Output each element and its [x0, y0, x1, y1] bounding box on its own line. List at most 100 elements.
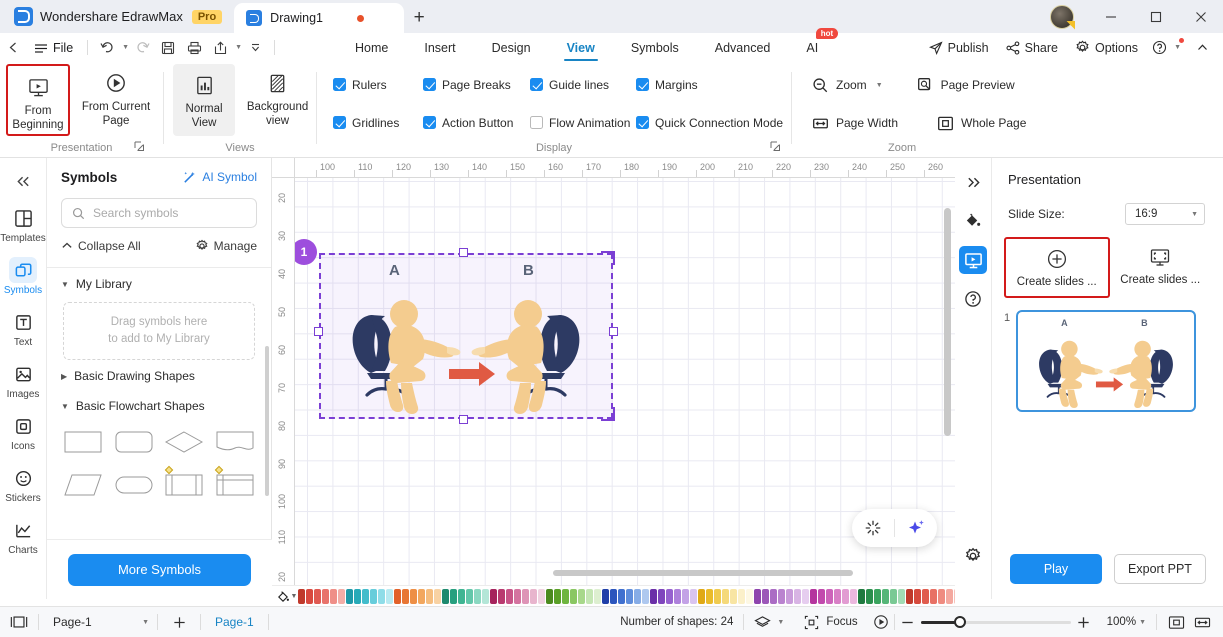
from-beginning-button[interactable]: From Beginning: [6, 64, 70, 136]
color-swatch[interactable]: [794, 589, 801, 604]
color-swatch[interactable]: [562, 589, 569, 604]
more-commands-icon[interactable]: [242, 35, 268, 61]
play-presentation-button[interactable]: [868, 609, 894, 635]
help-panel-button[interactable]: [959, 285, 987, 313]
color-swatch[interactable]: [578, 589, 585, 604]
selection-corner-br[interactable]: [601, 407, 615, 421]
color-swatch[interactable]: [882, 589, 889, 604]
palette-caret-icon[interactable]: ▼: [291, 593, 298, 600]
color-swatch[interactable]: [498, 589, 505, 604]
v-scroll-thumb[interactable]: [944, 208, 951, 436]
canvas-horizontal-scrollbar[interactable]: [318, 569, 955, 577]
color-swatch[interactable]: [594, 589, 601, 604]
color-swatch[interactable]: [506, 589, 513, 604]
shape-stadium[interactable]: [110, 465, 158, 505]
color-swatch[interactable]: [618, 589, 625, 604]
color-swatch[interactable]: [450, 589, 457, 604]
color-swatch[interactable]: [346, 589, 353, 604]
color-swatch[interactable]: [938, 589, 945, 604]
color-swatch[interactable]: [762, 589, 769, 604]
checkbox-guide-lines[interactable]: Guide lines: [530, 74, 636, 95]
zoom-level-dropdown[interactable]: 100% ▼: [1097, 607, 1156, 637]
color-swatch[interactable]: [322, 589, 329, 604]
selection-corner-tr[interactable]: [601, 251, 615, 265]
color-swatch[interactable]: [898, 589, 905, 604]
presentation-dialog-launcher[interactable]: [134, 141, 145, 155]
checkbox-page-breaks[interactable]: Page Breaks: [423, 74, 530, 95]
shape-parallelogram[interactable]: [59, 465, 107, 505]
selection-handle-left[interactable]: [314, 327, 323, 336]
tab-advanced[interactable]: Advanced: [697, 33, 789, 62]
presentation-panel-button[interactable]: [959, 246, 987, 274]
color-swatch[interactable]: [378, 589, 385, 604]
canvas-vertical-scrollbar[interactable]: [944, 208, 951, 588]
zoom-out-button[interactable]: [895, 609, 921, 635]
checkbox-flow-animation[interactable]: Flow Animation: [530, 112, 636, 133]
shape-rectangle[interactable]: [59, 422, 107, 462]
color-swatch[interactable]: [642, 589, 649, 604]
color-swatch[interactable]: [666, 589, 673, 604]
document-tab-drawing1[interactable]: Drawing1: [234, 3, 405, 33]
color-swatch[interactable]: [586, 589, 593, 604]
color-swatch[interactable]: [866, 589, 873, 604]
sidebar-item-symbols[interactable]: Symbols: [0, 250, 47, 302]
color-swatch[interactable]: [658, 589, 665, 604]
color-swatch[interactable]: [554, 589, 561, 604]
my-library-dropzone[interactable]: Drag symbols here to add to My Library: [63, 302, 255, 360]
color-swatch[interactable]: [930, 589, 937, 604]
color-swatch[interactable]: [338, 589, 345, 604]
normal-view-button[interactable]: Normal View: [173, 64, 236, 136]
h-scroll-thumb[interactable]: [553, 570, 853, 576]
color-swatch[interactable]: [682, 589, 689, 604]
sparkle-burst-icon[interactable]: [852, 509, 894, 547]
color-swatch[interactable]: [754, 589, 761, 604]
color-swatch[interactable]: [402, 589, 409, 604]
color-swatch[interactable]: [746, 589, 753, 604]
sidebar-item-templates[interactable]: Templates: [0, 198, 47, 250]
color-swatch[interactable]: [418, 589, 425, 604]
color-swatch[interactable]: [466, 589, 473, 604]
color-swatch[interactable]: [626, 589, 633, 604]
color-swatch[interactable]: [354, 589, 361, 604]
publish-button[interactable]: Publish: [922, 36, 996, 60]
ai-sparkle-icon[interactable]: [895, 509, 937, 547]
color-swatch[interactable]: [914, 589, 921, 604]
focus-mode-button[interactable]: Focus: [794, 607, 867, 637]
slide-thumbnail-1[interactable]: A B: [1016, 310, 1197, 412]
new-tab-button[interactable]: +: [404, 3, 434, 33]
ai-symbol-button[interactable]: AI Symbol: [182, 170, 257, 185]
color-swatch[interactable]: [890, 589, 897, 604]
shape-diamond[interactable]: [161, 422, 209, 462]
maximize-button[interactable]: [1133, 0, 1178, 33]
options-button[interactable]: Options: [1068, 36, 1145, 60]
color-swatch[interactable]: [610, 589, 617, 604]
color-swatch[interactable]: [850, 589, 857, 604]
fit-page-button[interactable]: [1163, 609, 1189, 635]
file-menu-button[interactable]: File: [26, 36, 81, 60]
color-swatch[interactable]: [482, 589, 489, 604]
page-width-button[interactable]: Page Width: [812, 110, 903, 136]
shape-internal-storage[interactable]: [211, 465, 259, 505]
color-swatch[interactable]: [810, 589, 817, 604]
color-swatch[interactable]: [314, 589, 321, 604]
color-swatch[interactable]: [786, 589, 793, 604]
add-page-button[interactable]: [166, 609, 192, 635]
color-swatch[interactable]: [514, 589, 521, 604]
color-swatch[interactable]: [362, 589, 369, 604]
create-slides-auto-button[interactable]: Create slides ...: [1004, 237, 1110, 298]
view-toggle-button[interactable]: [0, 607, 38, 637]
canvas-settings-button[interactable]: [959, 542, 987, 570]
color-swatch[interactable]: [690, 589, 697, 604]
color-swatch[interactable]: [530, 589, 537, 604]
color-swatch[interactable]: [826, 589, 833, 604]
section-basic-flowchart-shapes[interactable]: ▼ Basic Flowchart Shapes: [47, 390, 271, 420]
fit-width-button[interactable]: [1189, 609, 1215, 635]
selection-handle-right[interactable]: [609, 327, 618, 336]
sidebar-item-images[interactable]: Images: [0, 354, 47, 406]
color-swatch[interactable]: [490, 589, 497, 604]
layers-caret-icon[interactable]: ▼: [777, 619, 784, 626]
save-icon[interactable]: [155, 35, 181, 61]
layers-button[interactable]: ▼: [744, 607, 794, 637]
help-caret-icon[interactable]: ▼: [1174, 44, 1181, 51]
export-ppt-button[interactable]: Export PPT: [1114, 554, 1206, 584]
